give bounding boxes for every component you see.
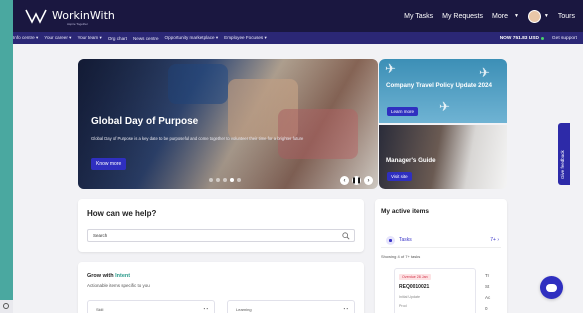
my-tasks-link[interactable]: My Tasks xyxy=(404,13,433,20)
grow-with-intent-card: Grow with Intent Actionable items specif… xyxy=(78,262,364,313)
plane-icon: ✈ xyxy=(385,61,396,76)
tours-link[interactable]: Tours xyxy=(558,13,575,20)
carousel-dot[interactable] xyxy=(209,178,213,182)
next-task-preview: 0 xyxy=(485,306,488,311)
managers-guide-title: Manager's Guide xyxy=(386,157,436,164)
app-window: WorkinWith Aspire Together My Tasks My R… xyxy=(13,0,583,313)
next-task-preview: Ac xyxy=(485,295,491,300)
skill-card-label: Skill xyxy=(96,307,104,312)
now-balance[interactable]: NOW 751.83 USD xyxy=(500,36,539,41)
next-task-preview: Tr xyxy=(485,273,490,278)
next-task-preview: St xyxy=(485,284,490,289)
learn-more-button[interactable]: Learn more xyxy=(387,107,419,116)
chat-icon xyxy=(546,280,557,292)
travel-policy-title: Company Travel Policy Update 2024 xyxy=(386,82,492,89)
help-card: How can we help? Search xyxy=(78,199,364,252)
carousel-dot[interactable] xyxy=(223,178,227,182)
top-right-menu: My Tasks My Requests More ▼ ▼ Tours xyxy=(404,0,583,32)
skill-card[interactable]: Skill ▪ ▪ xyxy=(87,300,215,313)
grow-title: Grow with Intent xyxy=(87,273,130,279)
my-requests-link[interactable]: My Requests xyxy=(442,13,483,20)
active-items-title: My active items xyxy=(381,208,430,215)
brand-tagline: Aspire Together xyxy=(67,22,88,26)
search-input-value: Search xyxy=(93,233,108,238)
request-id[interactable]: REQ0010021 xyxy=(399,284,429,290)
nav-item-info-centre[interactable]: Info centre ▾ xyxy=(13,35,38,41)
carousel-next-button[interactable]: › xyxy=(364,176,373,185)
carousel-prev-button[interactable]: ‹ xyxy=(340,176,349,185)
avatar[interactable] xyxy=(527,9,541,23)
task-meta: Initial Update xyxy=(399,295,420,299)
hero-carousel[interactable]: Global Day of Purpose Global Day of Purp… xyxy=(78,59,378,189)
hero-description: Global Day of Purpose is a key date to b… xyxy=(91,136,304,141)
grow-subtitle: Actionable items specific to you xyxy=(87,283,150,288)
get-support-link[interactable]: Get support xyxy=(552,36,577,41)
nav-item-your-career[interactable]: Your career ▾ xyxy=(44,35,71,41)
carousel-dot[interactable] xyxy=(237,178,241,182)
grow-title-prefix: Grow with xyxy=(87,273,114,279)
carousel-pause-button[interactable]: ❚❚ xyxy=(351,176,362,185)
give-feedback-tab[interactable]: Give feedback xyxy=(558,123,570,185)
nav-right: NOW 751.83 USD Get support xyxy=(500,32,577,44)
carousel-dot[interactable] xyxy=(216,178,220,182)
travel-policy-card[interactable]: ✈ ✈ ✈ Company Travel Policy Update 2024 … xyxy=(379,59,507,123)
managers-guide-card[interactable]: Manager's Guide Visit site xyxy=(379,125,507,189)
tasks-row[interactable]: Tasks 7+ › xyxy=(381,233,501,248)
overdue-badge: Overdue 28 Jan xyxy=(399,274,431,280)
tasks-count[interactable]: 7+ › xyxy=(490,237,499,243)
brand-name[interactable]: WorkinWith xyxy=(52,9,115,22)
showing-count: Showing 4 of 7+ tasks xyxy=(381,254,421,259)
nav-item-org-chart[interactable]: Org chart xyxy=(108,36,127,41)
carousel-indicators xyxy=(209,178,244,182)
tasks-label: Tasks xyxy=(399,237,412,243)
nav-item-employee-focuses[interactable]: Employee Focuses ▾ xyxy=(224,35,267,41)
search-icon[interactable] xyxy=(342,232,350,240)
tasks-icon xyxy=(386,236,395,245)
search-input[interactable]: Search xyxy=(87,229,355,242)
learning-card[interactable]: Learning ▪ ▪ xyxy=(227,300,355,313)
grow-title-accent: Intent xyxy=(115,273,131,279)
plane-icon: ✈ xyxy=(439,99,450,114)
logo-mark-icon[interactable] xyxy=(25,8,47,24)
chevron-down-icon[interactable]: ▼ xyxy=(514,13,519,19)
nav-item-opportunity-marketplace[interactable]: Opportunity marketplace ▾ xyxy=(165,35,219,41)
visit-site-button[interactable]: Visit site xyxy=(387,172,412,181)
nav-item-news-centre[interactable]: News centre xyxy=(133,36,159,41)
learning-card-meta: ▪ ▪ xyxy=(343,306,348,311)
more-menu[interactable]: More xyxy=(492,13,508,20)
main-nav: Info centre ▾ Your career ▾ Your team ▾ … xyxy=(13,32,583,44)
skill-card-meta: ▪ ▪ xyxy=(203,306,208,311)
give-feedback-label: Give feedback xyxy=(560,150,565,179)
hero-title: Global Day of Purpose xyxy=(91,116,199,127)
task-meta: Prod xyxy=(399,304,407,308)
active-items-card: My active items Tasks 7+ › Showing 4 of … xyxy=(375,199,507,313)
carousel-dot-active[interactable] xyxy=(230,178,234,182)
help-title: How can we help? xyxy=(87,209,157,218)
know-more-button[interactable]: Know more xyxy=(91,158,127,170)
plane-icon: ✈ xyxy=(479,65,490,80)
chevron-down-icon[interactable]: ▼ xyxy=(544,13,549,19)
accessibility-icon[interactable] xyxy=(3,303,9,309)
task-item[interactable]: Overdue 28 Jan REQ0010021 Initial Update… xyxy=(394,268,476,313)
learning-card-label: Learning xyxy=(236,307,252,312)
chat-button[interactable] xyxy=(540,276,563,299)
status-dot-icon xyxy=(540,36,544,40)
top-bar: WorkinWith Aspire Together My Tasks My R… xyxy=(13,0,583,32)
nav-item-your-team[interactable]: Your team ▾ xyxy=(77,35,101,41)
